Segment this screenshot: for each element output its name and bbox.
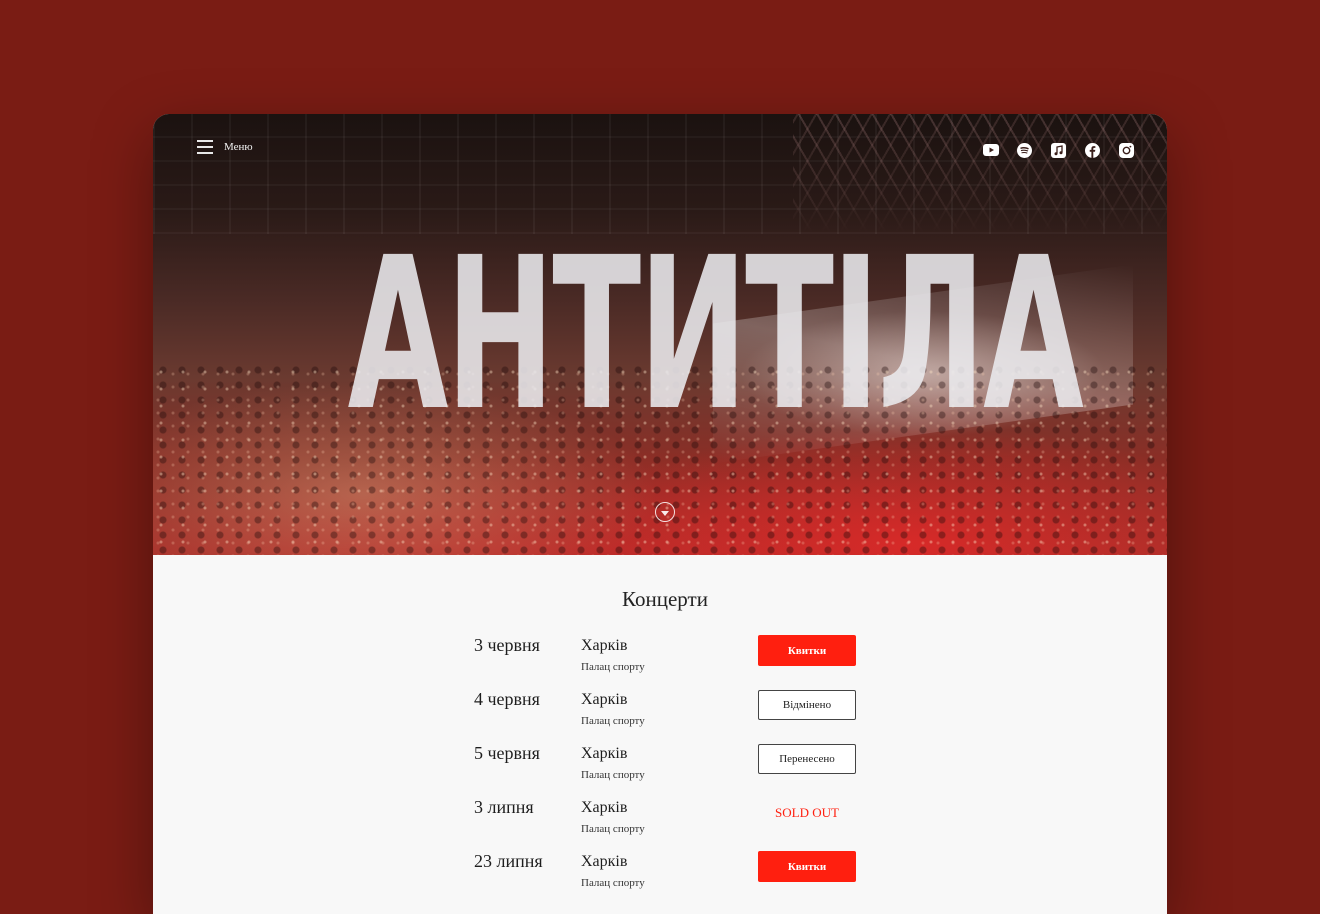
tickets-button[interactable]: Квитки — [758, 635, 856, 666]
concert-row: 3 червня Харків Палац спорту Квитки — [153, 635, 1167, 689]
concert-venue: Палац спорту — [581, 715, 645, 727]
menu-button[interactable]: Меню — [197, 140, 253, 154]
social-links — [982, 142, 1135, 158]
arrow-down-icon — [661, 510, 669, 516]
tickets-button[interactable]: Квитки — [758, 851, 856, 882]
concert-date: 5 червня — [474, 743, 540, 763]
concert-row: 4 червня Харків Палац спорту Відмінено — [153, 689, 1167, 743]
browser-frame: АНТИТІЛА Меню Концерти 3 червня Харків П… — [153, 114, 1167, 914]
sold-out-label: SOLD OUT — [775, 804, 839, 820]
scroll-down-button[interactable] — [655, 502, 675, 522]
concert-date: 23 липня — [474, 851, 543, 871]
cancelled-status-button[interactable]: Відмінено — [758, 690, 856, 720]
concert-date: 3 липня — [474, 797, 534, 817]
spotify-icon[interactable] — [1016, 142, 1033, 158]
concert-city: Харків — [581, 637, 628, 654]
concert-date: 3 червня — [474, 635, 540, 655]
concert-row: 5 червня Харків Палац спорту Перенесено — [153, 743, 1167, 797]
concert-city: Харків — [581, 691, 628, 708]
concerts-section: Концерти 3 червня Харків Палац спорту Кв… — [153, 555, 1167, 914]
facebook-icon[interactable] — [1084, 142, 1101, 158]
band-name-title: АНТИТІЛА — [347, 212, 1084, 457]
concert-city: Харків — [581, 853, 628, 870]
instagram-icon[interactable] — [1118, 142, 1135, 158]
youtube-icon[interactable] — [982, 142, 999, 158]
concert-date: 4 червня — [474, 689, 540, 709]
postponed-status-button[interactable]: Перенесено — [758, 744, 856, 774]
concert-city: Харків — [581, 799, 628, 816]
hero-banner: АНТИТІЛА Меню — [153, 114, 1167, 555]
concert-venue: Палац спорту — [581, 769, 645, 781]
hamburger-icon[interactable] — [197, 140, 213, 154]
concerts-title: Концерти — [622, 587, 708, 611]
concert-city: Харків — [581, 745, 628, 762]
concert-row: 3 липня Харків Палац спорту SOLD OUT — [153, 797, 1167, 851]
concert-venue: Палац спорту — [581, 877, 645, 889]
concert-row: 23 липня Харків Палац спорту Квитки — [153, 851, 1167, 905]
apple-music-icon[interactable] — [1050, 142, 1067, 158]
concert-venue: Палац спорту — [581, 823, 645, 835]
menu-label[interactable]: Меню — [224, 141, 253, 153]
concert-venue: Палац спорту — [581, 661, 645, 673]
